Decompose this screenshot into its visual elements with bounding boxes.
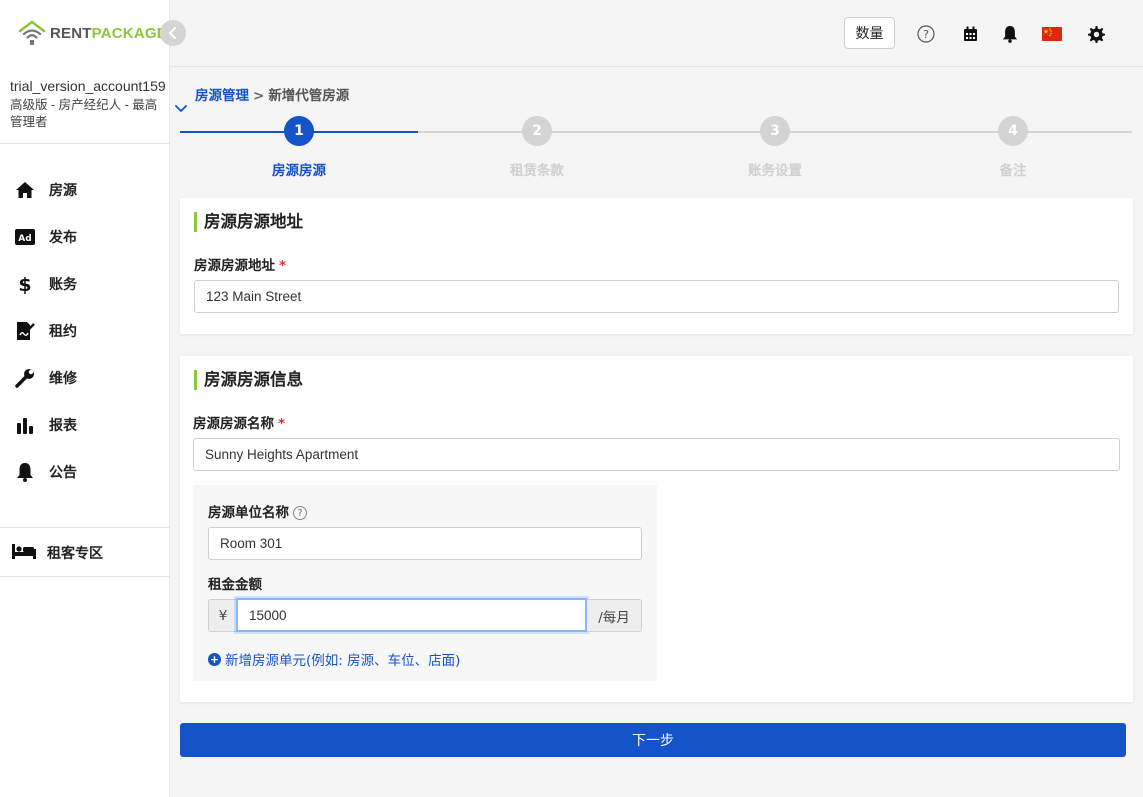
address-section-card: 房源房源地址 房源房源地址 * 123 Main Street — [180, 198, 1133, 334]
bar-chart-icon — [14, 414, 36, 436]
contract-icon — [14, 320, 36, 342]
add-unit-label: 新增房源单元(例如: 房源、车位、店面) — [225, 653, 461, 669]
brand-part-1: RENT — [50, 24, 92, 42]
svg-text:?: ? — [923, 28, 929, 41]
sidebar-item-label: 租客专区 — [47, 546, 103, 562]
quantity-button[interactable]: 数量 — [844, 17, 895, 49]
property-name-label: 房源房源名称 * — [193, 412, 285, 432]
step-3[interactable]: 3 账务设置 — [656, 116, 894, 179]
unit-name-label-text: 房源单位名称 — [208, 505, 289, 521]
sidebar-nav: 房源 Ad 发布 $ 账务 租约 维修 报表 公告 — [0, 166, 170, 495]
section-title: 房源房源信息 — [194, 370, 303, 390]
sidebar-item-maintenance[interactable]: 维修 — [0, 354, 170, 401]
sidebar-item-properties[interactable]: 房源 — [0, 166, 170, 213]
info-section-card: 房源房源信息 房源房源名称 * Sunny Heights Apartment 房… — [180, 356, 1133, 702]
unit-name-label: 房源单位名称? — [208, 501, 307, 521]
property-name-input[interactable]: Sunny Heights Apartment — [193, 438, 1120, 471]
address-label: 房源房源地址 * — [194, 254, 286, 274]
chevron-left-icon — [168, 27, 177, 39]
unit-panel: 房源单位名称? Room 301 租金金额 ¥ 15000 /每月 + 新增房源… — [193, 485, 657, 681]
wifi-house-logo-icon — [18, 20, 46, 45]
bell-icon — [14, 461, 36, 483]
required-mark: * — [279, 258, 287, 274]
sidebar-item-label: 房源 — [49, 182, 77, 199]
brand-name: RENTPACKAGE — [50, 25, 167, 42]
sidebar-item-label: 租约 — [49, 323, 77, 340]
svg-text:$: $ — [18, 274, 31, 294]
rent-amount-input[interactable]: 15000 — [236, 598, 587, 632]
account-info[interactable]: trial_version_account159 高级版 - 房产经纪人 - 最… — [10, 78, 166, 131]
account-name: trial_version_account159 — [10, 78, 166, 94]
breadcrumb-parent-link[interactable]: 房源管理 — [195, 88, 249, 104]
wrench-icon — [14, 367, 36, 389]
account-role: 高级版 - 房产经纪人 - 最高管理者 — [10, 98, 158, 129]
brand-part-2: PACKAGE — [91, 24, 167, 42]
sidebar-item-label: 公告 — [49, 464, 77, 481]
chevron-down-icon[interactable] — [175, 98, 187, 117]
per-month-addon: /每月 — [587, 599, 642, 632]
sidebar-item-accounts[interactable]: $ 账务 — [0, 260, 170, 307]
sidebar-item-label: 账务 — [49, 276, 77, 293]
progress-stepper: 1 房源房源 2 租赁条款 3 账务设置 4 备注 — [180, 116, 1132, 179]
step-number: 1 — [284, 116, 314, 146]
step-label: 房源房源 — [272, 163, 326, 179]
step-label: 租赁条款 — [510, 163, 564, 179]
sidebar-item-reports[interactable]: 报表 — [0, 401, 170, 448]
breadcrumb: 房源管理 > 新增代管房源 — [195, 84, 349, 104]
currency-addon: ¥ — [208, 599, 237, 632]
top-header: 数量 ? — [170, 0, 1143, 67]
step-number: 2 — [522, 116, 552, 146]
next-step-button[interactable]: 下一步 — [180, 723, 1126, 757]
sidebar-divider — [0, 576, 170, 577]
step-number: 4 — [998, 116, 1028, 146]
sidebar-divider — [0, 527, 170, 528]
sidebar-item-label: 维修 — [49, 370, 77, 387]
step-label: 账务设置 — [748, 163, 802, 179]
step-4[interactable]: 4 备注 — [894, 116, 1132, 179]
rent-amount-label: 租金金额 — [208, 577, 262, 593]
sidebar: RENTPACKAGE trial_version_account159 高级版… — [0, 0, 170, 797]
step-label: 备注 — [999, 163, 1027, 179]
sidebar-item-label: 发布 — [49, 229, 77, 246]
sidebar-item-leases[interactable]: 租约 — [0, 307, 170, 354]
help-icon[interactable]: ? — [916, 24, 936, 44]
help-icon[interactable]: ? — [293, 506, 307, 520]
add-unit-link[interactable]: + 新增房源单元(例如: 房源、车位、店面) — [208, 649, 460, 669]
gear-icon[interactable] — [1086, 24, 1106, 44]
svg-text:Ad: Ad — [18, 234, 31, 244]
collapse-sidebar-button[interactable] — [160, 20, 186, 46]
plus-circle-icon: + — [208, 652, 221, 666]
china-flag-icon[interactable] — [1042, 24, 1062, 44]
step-number: 3 — [760, 116, 790, 146]
property-name-label-text: 房源房源名称 — [193, 416, 274, 432]
sidebar-item-label: 报表 — [49, 417, 77, 434]
sidebar-divider — [0, 143, 170, 144]
step-2[interactable]: 2 租赁条款 — [418, 116, 656, 179]
sidebar-item-publish[interactable]: Ad 发布 — [0, 213, 170, 260]
calendar-icon[interactable] — [960, 24, 980, 44]
notification-bell-icon[interactable] — [1000, 24, 1020, 44]
dollar-icon: $ — [14, 273, 36, 295]
home-icon — [14, 179, 36, 201]
breadcrumb-separator: > — [253, 88, 265, 104]
step-1[interactable]: 1 房源房源 — [180, 116, 418, 179]
bed-icon — [12, 543, 36, 563]
breadcrumb-current: 新增代管房源 — [268, 88, 350, 104]
required-mark: * — [278, 416, 286, 432]
ad-icon: Ad — [14, 226, 36, 248]
address-label-text: 房源房源地址 — [194, 258, 275, 274]
logo[interactable]: RENTPACKAGE — [18, 18, 167, 48]
sidebar-item-tenant-zone[interactable]: 租客专区 — [0, 530, 170, 576]
sidebar-item-announcements[interactable]: 公告 — [0, 448, 170, 495]
address-input[interactable]: 123 Main Street — [194, 280, 1119, 313]
unit-name-input[interactable]: Room 301 — [208, 527, 642, 560]
section-title: 房源房源地址 — [194, 212, 303, 232]
